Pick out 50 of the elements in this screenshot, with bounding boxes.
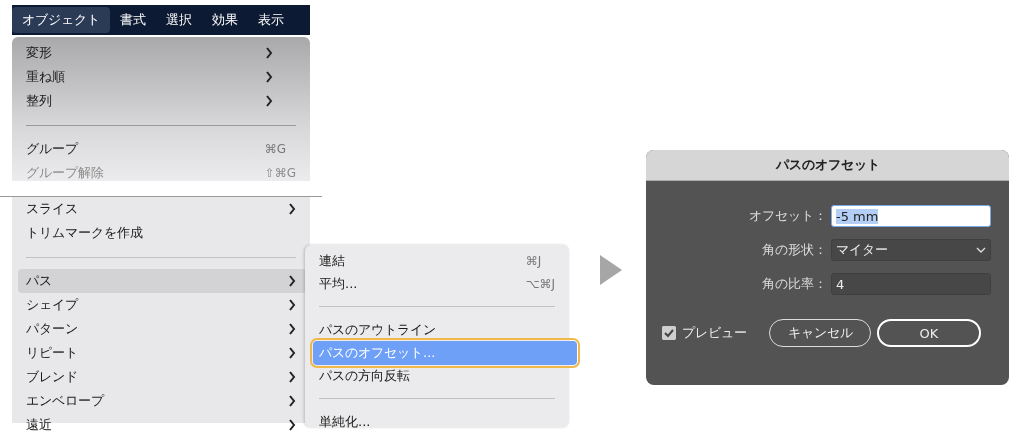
- checkbox[interactable]: [662, 326, 676, 340]
- chevron-icon: [288, 323, 296, 335]
- ok-button[interactable]: OK: [877, 319, 981, 347]
- menu-item[interactable]: ブレンド: [26, 365, 284, 389]
- menu-item[interactable]: エンベロープ: [26, 389, 284, 413]
- dropdown-icon: [976, 247, 986, 253]
- menu-item[interactable]: スライス: [26, 197, 284, 221]
- menu-bar-item[interactable]: 効果: [202, 7, 248, 33]
- field-label: 角の形状：: [761, 241, 827, 259]
- menu-item[interactable]: 平均...: [319, 271, 522, 296]
- shortcut-label: ⌘G: [264, 142, 287, 156]
- menu-item[interactable]: リピート: [26, 341, 284, 365]
- field-label: 角の比率：: [761, 275, 827, 293]
- menu-item[interactable]: 遠近: [26, 413, 284, 437]
- menu-bar-item[interactable]: 表示: [248, 7, 294, 33]
- menu-item[interactable]: 整列: [26, 89, 261, 113]
- chevron-icon: [288, 203, 296, 215]
- menu-bar-item[interactable]: 書式: [110, 7, 156, 33]
- menu-item[interactable]: パスのアウトライン: [319, 317, 522, 342]
- menu-item[interactable]: 単純化...: [319, 409, 522, 434]
- play-arrow-icon: [600, 255, 622, 285]
- menu-item[interactable]: グループ: [26, 137, 261, 161]
- checkbox-label: プレビュー: [682, 324, 747, 342]
- menu-bar-item[interactable]: 選択: [156, 7, 202, 33]
- input-field[interactable]: -5 mm: [831, 205, 991, 227]
- chevron-icon: [288, 347, 296, 359]
- menu-item[interactable]: シェイプ: [26, 293, 284, 317]
- input-field[interactable]: マイター: [831, 239, 991, 261]
- menu-item[interactable]: 変形: [26, 41, 261, 65]
- menu-item[interactable]: 連結: [319, 248, 522, 273]
- chevron-icon: [264, 71, 273, 83]
- chevron-icon: [264, 95, 273, 107]
- chevron-icon: [288, 275, 296, 287]
- chevron-icon: [288, 395, 296, 407]
- shortcut-label: ⌥⌘J: [525, 276, 555, 291]
- menu-bar-item[interactable]: オブジェクト: [12, 7, 110, 33]
- menu-item[interactable]: パターン: [26, 317, 284, 341]
- shortcut-label: ⌘J: [525, 253, 543, 268]
- menu-item[interactable]: トリムマークを作成: [26, 221, 284, 245]
- input-field[interactable]: 4: [831, 273, 991, 295]
- menu-item[interactable]: パス: [18, 269, 306, 293]
- menu-item[interactable]: 重ね順: [26, 65, 261, 89]
- chevron-icon: [288, 371, 296, 383]
- dialog-title: パスのオフセット: [646, 150, 1009, 181]
- shortcut-label: ⇧⌘G: [264, 166, 296, 180]
- chevron-icon: [288, 419, 296, 431]
- chevron-icon: [264, 47, 273, 59]
- menu-item[interactable]: パスの方向反転: [319, 363, 522, 388]
- chevron-icon: [288, 299, 296, 311]
- field-label: オフセット：: [748, 207, 827, 225]
